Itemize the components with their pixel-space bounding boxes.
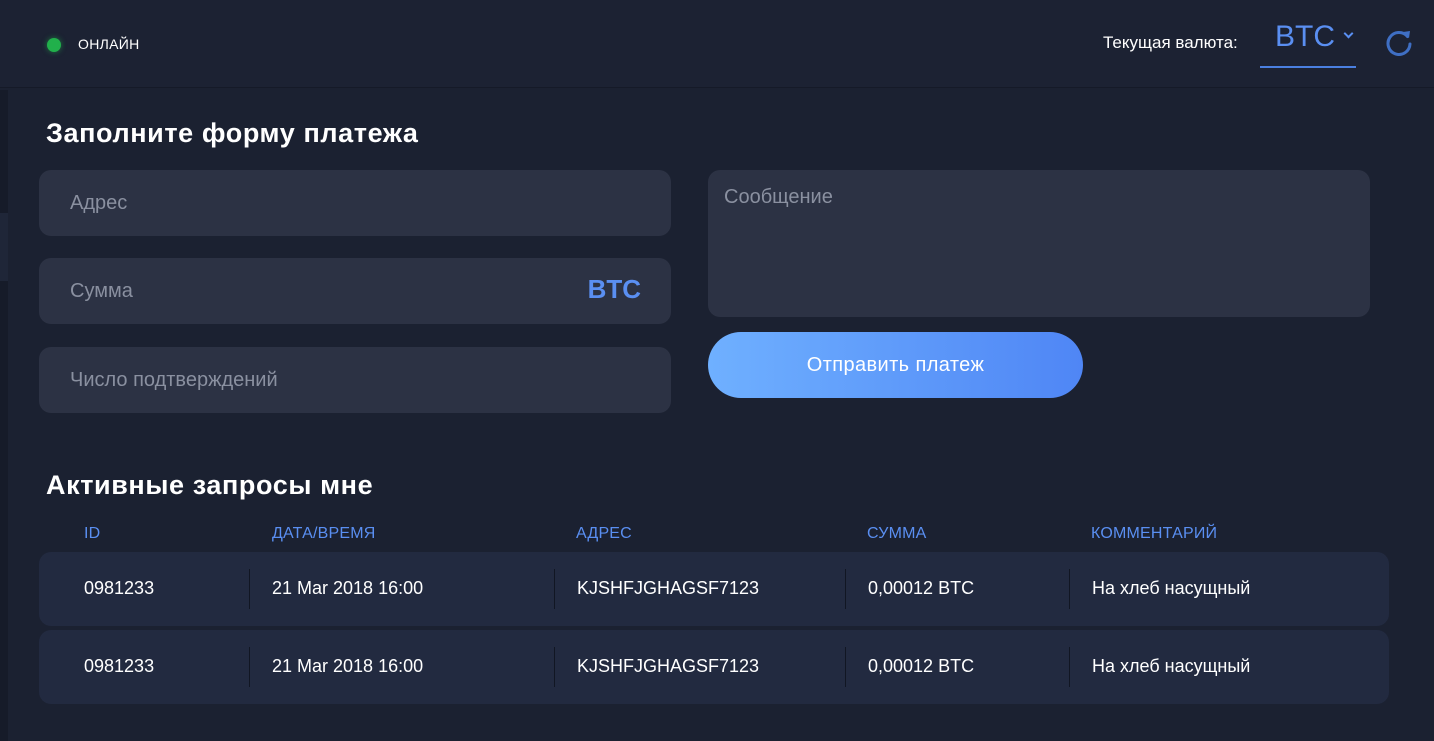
sidebar-edge-highlight bbox=[0, 213, 8, 281]
message-textarea[interactable] bbox=[708, 170, 1370, 317]
cell-datetime: 21 Mar 2018 16:00 bbox=[272, 578, 424, 598]
column-divider bbox=[1069, 647, 1070, 687]
cell-amount: 0,00012 BTC bbox=[868, 656, 975, 676]
amount-field-container: BTC bbox=[39, 258, 671, 324]
chevron-down-icon bbox=[1343, 28, 1354, 39]
current-currency-label: Текущая валюта: bbox=[1103, 33, 1238, 52]
column-divider bbox=[845, 569, 846, 609]
cell-address: KJSHFJGHAGSF7123 bbox=[577, 656, 760, 676]
online-status-label: ОНЛАЙН bbox=[78, 36, 140, 52]
amount-unit-label: BTC bbox=[587, 274, 641, 304]
currency-select[interactable]: BTC bbox=[1260, 18, 1356, 68]
column-divider bbox=[554, 647, 555, 687]
cell-id: 0981233 bbox=[84, 578, 155, 598]
confirmations-input[interactable] bbox=[39, 347, 671, 413]
refresh-icon[interactable] bbox=[1383, 27, 1415, 59]
send-payment-button[interactable]: Отправить платеж bbox=[708, 332, 1083, 398]
cell-comment: На хлеб насущный bbox=[1092, 656, 1251, 676]
table-row[interactable]: 0981233 21 Mar 2018 16:00 KJSHFJGHAGSF71… bbox=[39, 552, 1389, 626]
address-input[interactable] bbox=[39, 170, 671, 236]
cell-id: 0981233 bbox=[84, 656, 155, 676]
cell-datetime: 21 Mar 2018 16:00 bbox=[272, 656, 424, 676]
confirmations-field-container bbox=[39, 347, 671, 413]
cell-comment: На хлеб насущный bbox=[1092, 578, 1251, 598]
column-header-amount: СУММА bbox=[867, 525, 927, 542]
online-status-dot bbox=[47, 38, 61, 52]
cell-amount: 0,00012 BTC bbox=[868, 578, 975, 598]
payment-form-title: Заполните форму платежа bbox=[46, 118, 419, 148]
column-header-id: ID bbox=[84, 525, 101, 542]
active-requests-title: Активные запросы мне bbox=[46, 470, 374, 500]
currency-select-value: BTC bbox=[1275, 20, 1335, 53]
column-divider bbox=[1069, 569, 1070, 609]
column-header-comment: КОММЕНТАРИЙ bbox=[1091, 525, 1218, 542]
cell-address: KJSHFJGHAGSF7123 bbox=[577, 578, 760, 598]
message-field-container bbox=[708, 170, 1370, 317]
top-bar: ОНЛАЙН Текущая валюта: BTC bbox=[0, 0, 1434, 88]
table-row[interactable]: 0981233 21 Mar 2018 16:00 KJSHFJGHAGSF71… bbox=[39, 630, 1389, 704]
amount-input[interactable] bbox=[39, 258, 671, 324]
column-header-address: АДРЕС bbox=[576, 525, 632, 542]
column-divider bbox=[249, 569, 250, 609]
sidebar-edge bbox=[0, 90, 8, 741]
column-divider bbox=[554, 569, 555, 609]
column-header-datetime: ДАТА/ВРЕМЯ bbox=[272, 525, 376, 542]
column-divider bbox=[845, 647, 846, 687]
address-field-container bbox=[39, 170, 671, 236]
column-divider bbox=[249, 647, 250, 687]
